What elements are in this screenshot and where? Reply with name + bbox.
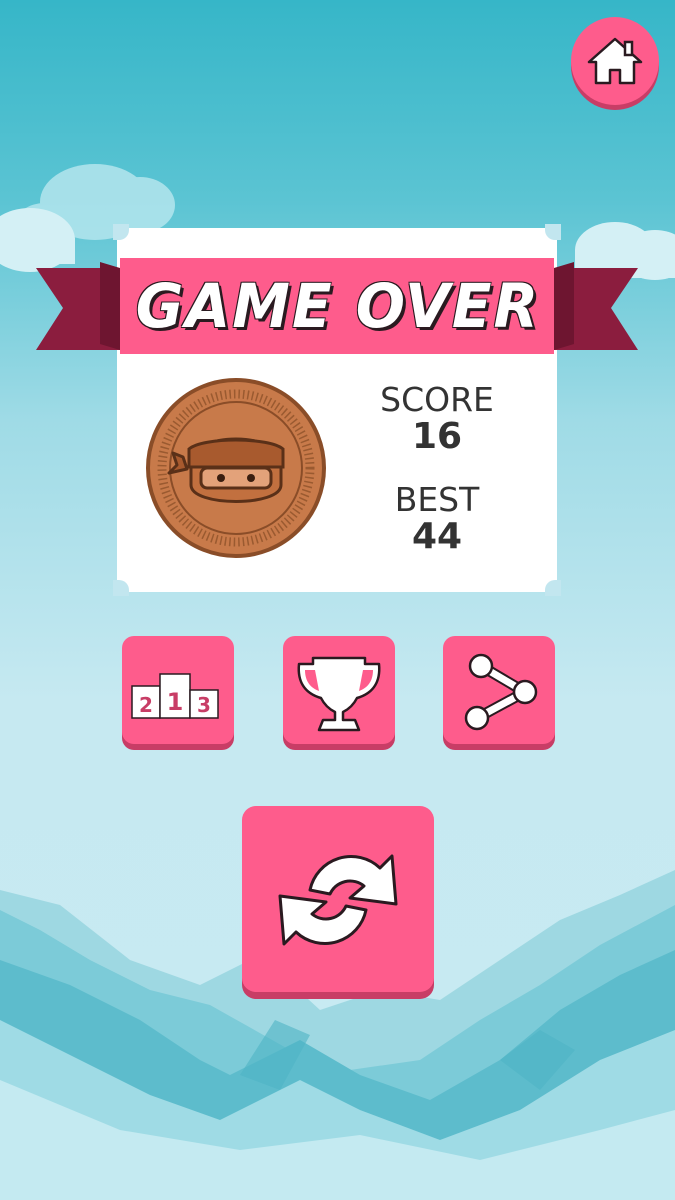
share-icon (464, 653, 538, 731)
leaderboard-icon: 2 1 3 (131, 673, 219, 719)
background (0, 0, 675, 1200)
scenery (0, 164, 675, 1200)
podium-first-digit: 1 (167, 688, 184, 716)
home-icon (587, 37, 643, 85)
panel-notch (113, 224, 129, 240)
trophy-icon (297, 656, 381, 732)
score-label: SCORE (380, 380, 494, 419)
panel-notch (545, 224, 561, 240)
podium-second-digit: 2 (139, 693, 153, 717)
leaderboard-button[interactable]: 2 1 3 (122, 636, 234, 744)
home-button[interactable] (571, 17, 659, 105)
title-container: GAME OVER (120, 258, 556, 354)
ninja-coin-icon (146, 378, 326, 558)
achievements-button[interactable] (283, 636, 395, 744)
panel-notch (545, 580, 561, 596)
best-value: 44 (411, 516, 463, 557)
replay-icon (278, 854, 398, 946)
replay-button[interactable] (242, 806, 434, 992)
panel-notch (113, 580, 129, 596)
share-button[interactable] (443, 636, 555, 744)
game-over-title: GAME OVER (135, 270, 541, 342)
score-value: 16 (411, 416, 463, 457)
best-label: BEST (394, 480, 480, 519)
podium-third-digit: 3 (197, 693, 211, 717)
